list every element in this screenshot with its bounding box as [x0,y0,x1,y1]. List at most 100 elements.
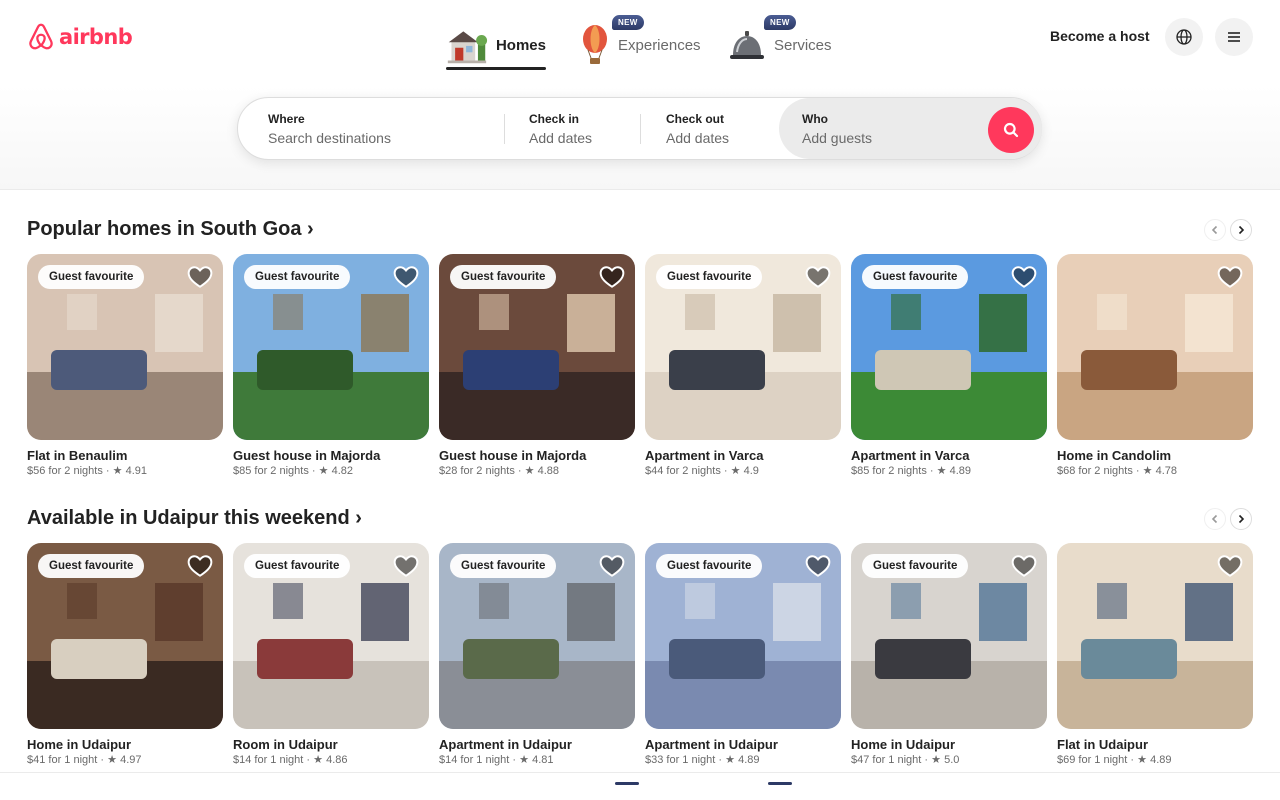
who-field[interactable]: Who Add guests [802,98,962,159]
listing-price: $69 for 1 night [1057,754,1128,766]
listing-rating: 4.86 [326,754,348,766]
guest-favourite-badge: Guest favourite [450,265,557,289]
heart-icon[interactable] [393,264,419,290]
guest-favourite-badge: Guest favourite [656,265,763,289]
section-title-udaipur[interactable]: Available in Udaipur this weekend › [27,507,362,530]
heart-icon[interactable] [1011,264,1037,290]
listing-price: $68 for 2 nights [1057,465,1133,477]
listing-card[interactable]: Guest favourite Apartment in Varca $44 f… [645,254,841,484]
listing-rating: 4.88 [537,465,559,477]
hot-air-balloon-icon [583,25,607,64]
listing-card[interactable]: Guest favourite Home in Udaipur $47 for … [851,543,1047,773]
listing-rating: 4.89 [738,754,760,766]
tab-homes-label: Homes [495,36,546,54]
listing-card[interactable]: Home in Candolim $68 for 2 nights · ★ 4.… [1057,254,1253,484]
where-input[interactable]: Search destinations [268,130,498,146]
language-button[interactable] [1165,18,1203,56]
globe-icon [1176,29,1192,45]
listing-rating: 4.81 [532,754,554,766]
hamburger-menu-icon [1228,32,1240,42]
search-button[interactable] [988,107,1034,153]
chevron-left-icon [1211,514,1218,524]
tab-homes[interactable]: Homes [446,18,546,72]
chevron-right-icon: › [307,218,314,240]
listing-meta: $41 for 1 night · ★ 4.97 [27,753,142,766]
listing-card[interactable]: Guest favourite Apartment in Udaipur $33… [645,543,841,773]
check-out-value: Add dates [666,130,730,146]
listing-card[interactable]: Guest favourite Guest house in Majorda $… [439,254,635,484]
divider [504,114,505,144]
check-out-field[interactable]: Check out Add dates [666,98,766,159]
heart-icon[interactable] [599,264,625,290]
listing-card[interactable]: Guest favourite Home in Udaipur $41 for … [27,543,223,773]
listing-card[interactable]: Guest favourite Room in Udaipur $14 for … [233,543,429,773]
section-title-text: Available in Udaipur this weekend [27,507,350,529]
listing-title: Guest house in Majorda [233,448,381,463]
listing-title: Apartment in Varca [851,448,970,463]
listing-meta: $47 for 1 night · ★ 5.0 [851,753,959,766]
scroll-left-button[interactable] [1204,508,1226,530]
heart-icon[interactable] [393,553,419,579]
heart-icon[interactable] [805,264,831,290]
listing-title: Flat in Benaulim [27,448,128,463]
listing-meta: $33 for 1 night · ★ 4.89 [645,753,760,766]
heart-icon[interactable] [599,553,625,579]
listing-price: $14 for 1 night [439,754,510,766]
listing-title: Home in Candolim [1057,448,1172,463]
listing-price: $28 for 2 nights [439,465,515,477]
airbnb-logo[interactable]: airbnb [27,22,133,52]
listing-title: Guest house in Majorda [439,448,587,463]
section-title-south-goa[interactable]: Popular homes in South Goa › [27,218,314,241]
divider [0,772,1280,773]
chevron-right-icon [1238,514,1245,524]
star-icon: ★ [931,754,942,766]
brand-name: airbnb [59,25,133,49]
scroll-right-button[interactable] [1230,219,1252,241]
separator: · [929,465,937,477]
divider [640,114,641,144]
scroll-right-button[interactable] [1230,508,1252,530]
listing-rating: 4.91 [125,465,147,477]
heart-icon[interactable] [805,553,831,579]
listing-meta: $14 for 1 night · ★ 4.86 [233,753,348,766]
guest-favourite-badge: Guest favourite [38,265,145,289]
search-bar: Where Search destinations Check in Add d… [237,97,1042,160]
heart-icon[interactable] [1217,553,1243,579]
new-badge: NEW [764,15,796,30]
listing-card[interactable]: Guest favourite Apartment in Udaipur $14… [439,543,635,773]
listing-card[interactable]: Guest favourite Flat in Benaulim $56 for… [27,254,223,484]
service-bell-icon [730,31,764,59]
listing-price: $41 for 1 night [27,754,98,766]
listing-price: $33 for 1 night [645,754,716,766]
heart-icon[interactable] [187,553,213,579]
check-in-field[interactable]: Check in Add dates [529,98,629,159]
listing-title: Room in Udaipur [233,737,338,752]
listing-title: Apartment in Udaipur [439,737,572,752]
listing-card[interactable]: Flat in Udaipur $69 for 1 night · ★ 4.89 [1057,543,1253,773]
listing-card[interactable]: Guest favourite Apartment in Varca $85 f… [851,254,1047,484]
star-icon: ★ [112,465,123,477]
guest-favourite-badge: Guest favourite [244,265,351,289]
scroll-left-button[interactable] [1204,219,1226,241]
listing-meta: $85 for 2 nights · ★ 4.89 [851,464,971,477]
tab-experiences[interactable]: Experiences NEW [580,15,701,72]
where-field[interactable]: Where Search destinations [268,98,498,159]
main-menu-button[interactable] [1215,18,1253,56]
guest-favourite-badge: Guest favourite [244,554,351,578]
heart-icon[interactable] [1011,553,1037,579]
listing-card[interactable]: Guest favourite Guest house in Majorda $… [233,254,429,484]
check-in-value: Add dates [529,130,593,146]
become-host-link[interactable]: Become a host [1050,28,1150,44]
section-title-text: Popular homes in South Goa [27,218,302,240]
tab-services[interactable]: Services NEW [728,15,832,72]
active-tab-underline [446,67,546,70]
chevron-right-icon [1238,225,1245,235]
star-icon: ★ [936,465,947,477]
star-icon: ★ [318,465,329,477]
heart-icon[interactable] [1217,264,1243,290]
tab-experiences-label: Experiences [618,36,701,54]
heart-icon[interactable] [187,264,213,290]
separator: · [517,465,525,477]
guest-favourite-badge: Guest favourite [656,554,763,578]
chevron-right-icon: › [355,507,362,529]
